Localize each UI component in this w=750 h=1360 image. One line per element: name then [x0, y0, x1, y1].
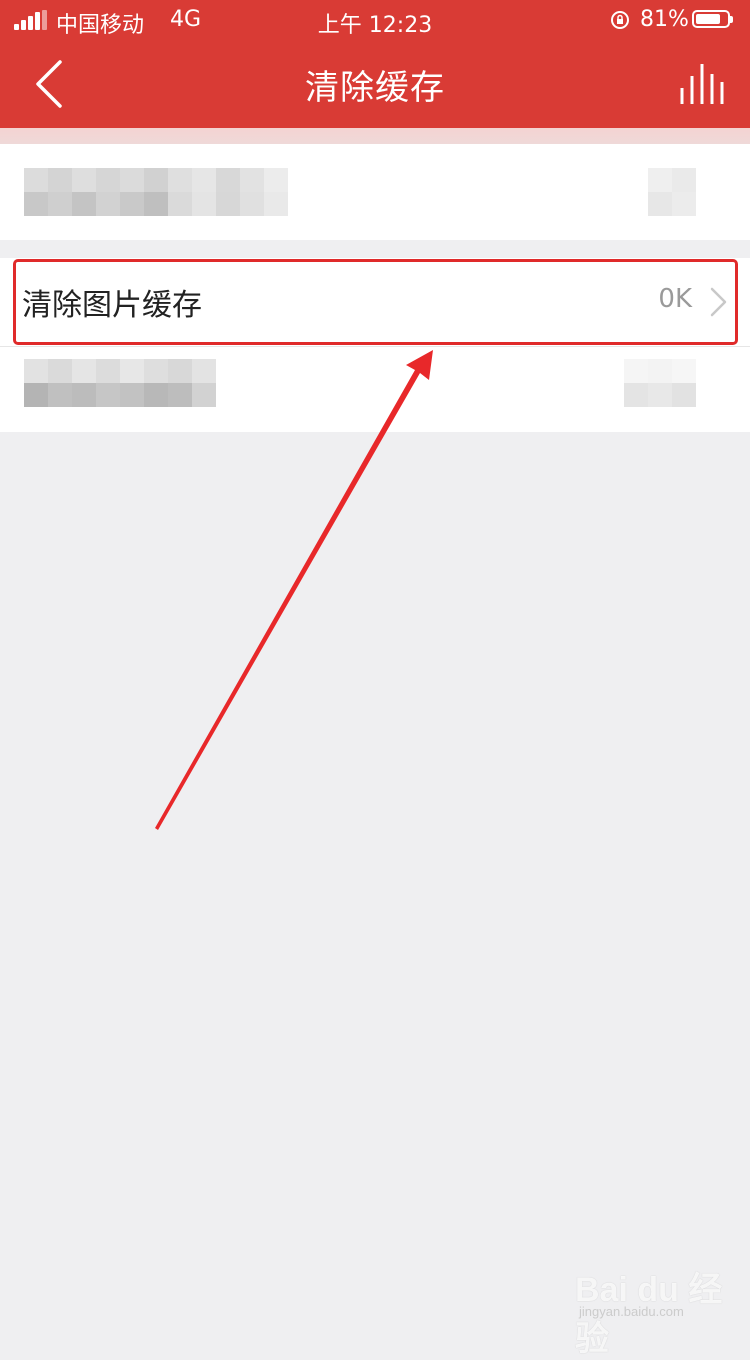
baidu-watermark: Bai du 经验 jingyan.baidu.com — [575, 1262, 725, 1358]
image-cache-size: 0K — [658, 284, 692, 314]
clear-image-cache-label: 清除图片缓存 — [22, 288, 202, 323]
watermark-url: jingyan.baidu.com — [579, 1304, 684, 1319]
battery-percentage: 81% — [640, 7, 689, 32]
settings-group-top — [0, 144, 750, 240]
bar-chart-icon[interactable] — [674, 60, 730, 110]
rotation-lock-icon — [611, 11, 629, 29]
chevron-right-icon — [710, 287, 727, 317]
pixelated-label — [24, 359, 216, 407]
clear-image-cache-row[interactable]: 清除图片缓存 0K — [0, 258, 750, 346]
header-shadow — [0, 128, 750, 144]
battery-level — [696, 14, 720, 24]
status-bar: 中国移动 4G 上午 12:23 81% — [0, 0, 750, 40]
pixelated-label — [24, 168, 288, 216]
battery-icon — [692, 10, 733, 28]
pixelated-value — [648, 168, 696, 216]
blurred-setting-row-2[interactable] — [0, 347, 750, 432]
status-time: 上午 12:23 — [317, 13, 433, 38]
pixelated-value — [624, 359, 696, 407]
page-title: 清除缓存 — [305, 68, 445, 108]
app-header: 中国移动 4G 上午 12:23 81% 清除缓存 — [0, 0, 750, 128]
blurred-setting-row[interactable] — [0, 144, 750, 240]
